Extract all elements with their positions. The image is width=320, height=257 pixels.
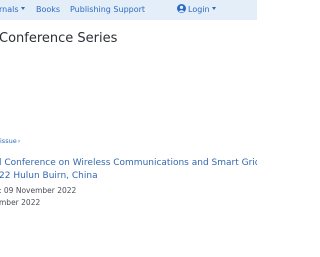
nav-journals-menu[interactable]: rnals xyxy=(0,4,25,16)
conference-date: : 09 November 2022 xyxy=(0,186,77,195)
conference-date: mber 2022 xyxy=(0,198,41,207)
page: rnals Books Publishing Support Login Con… xyxy=(0,0,257,257)
breadcrumb: issue› xyxy=(0,137,20,146)
user-icon xyxy=(177,4,186,13)
conference-title-line: 22 Hulun Buirn, China xyxy=(0,171,98,181)
chevron-right-icon: › xyxy=(17,137,21,145)
nav-publishing-support-link[interactable]: Publishing Support xyxy=(70,4,145,16)
nav-books-link[interactable]: Books xyxy=(36,4,60,16)
top-navigation-bar: rnals Books Publishing Support Login xyxy=(0,0,257,20)
nav-login-label: Login xyxy=(188,5,210,14)
page-title: Conference Series xyxy=(0,31,118,46)
breadcrumb-issue-link[interactable]: issue xyxy=(0,137,17,145)
conference-title-line: l Conference on Wireless Communications … xyxy=(0,158,257,168)
nav-journals-label: rnals xyxy=(0,5,19,14)
chevron-down-icon xyxy=(20,7,25,10)
conference-title[interactable]: l Conference on Wireless Communications … xyxy=(0,157,257,183)
nav-login-menu[interactable]: Login xyxy=(177,4,216,16)
chevron-down-icon xyxy=(211,7,216,10)
